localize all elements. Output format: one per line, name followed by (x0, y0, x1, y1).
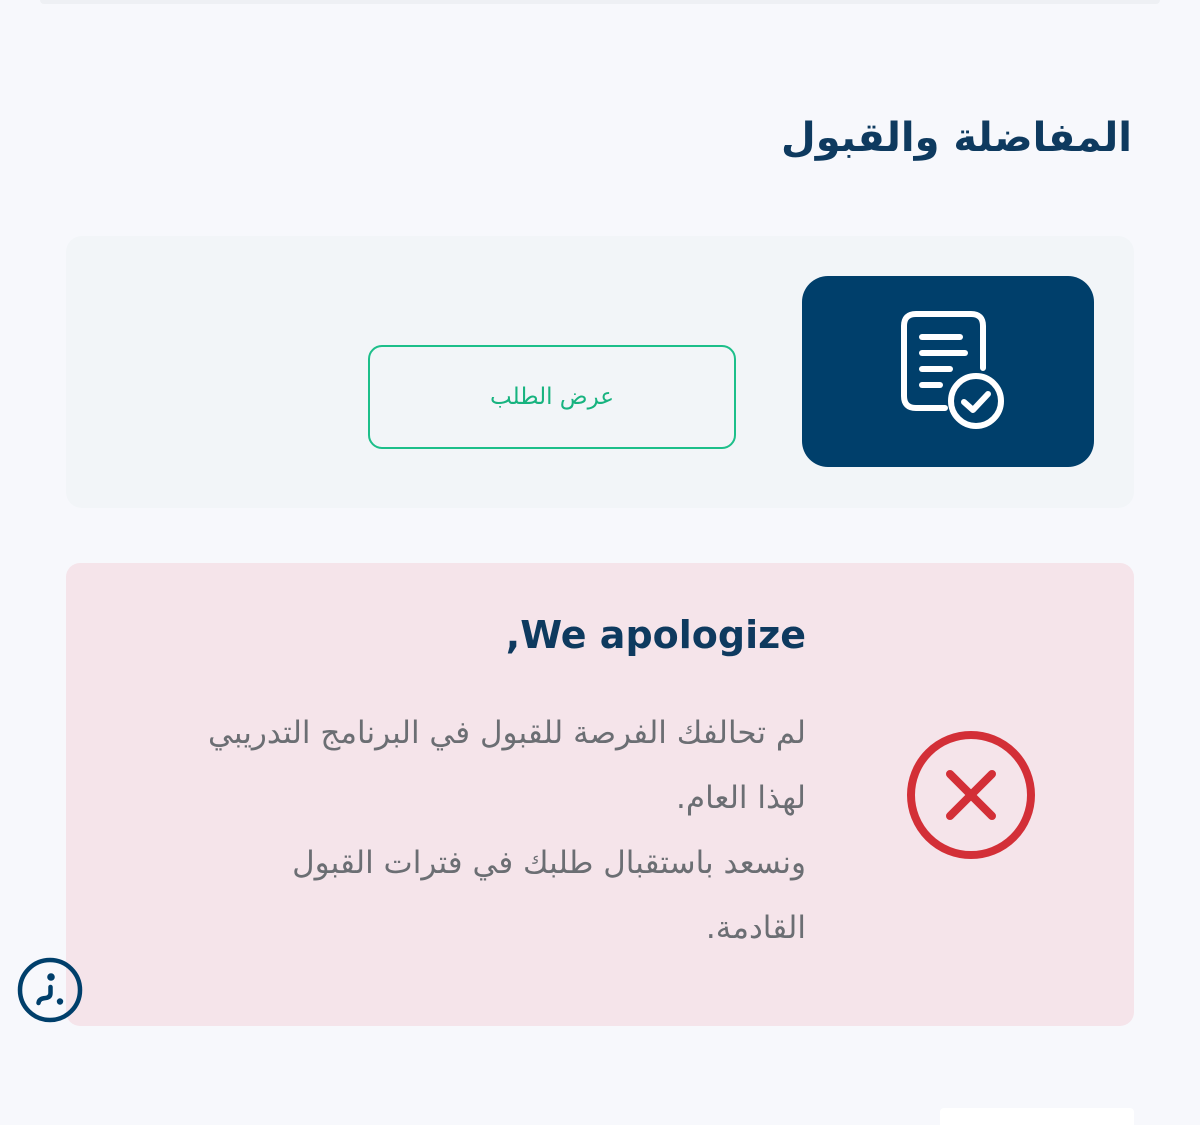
error-x-circle-icon (907, 731, 1035, 859)
rejection-notice-card: We apologize, لم تحالفك الفرصة للقبول في… (66, 563, 1134, 1026)
notice-heading: We apologize, (505, 613, 806, 657)
top-header-strip (40, 0, 1160, 4)
accessibility-button[interactable] (17, 957, 83, 1023)
page-title: المفاضلة والقبول (780, 115, 1132, 161)
notice-line: القادمة. (705, 910, 806, 946)
notice-line: لم تحالفك الفرصة للقبول في البرنامج التد… (208, 715, 806, 751)
request-card: عرض الطلب (66, 236, 1134, 508)
bottom-card-edge (940, 1108, 1134, 1125)
document-check-icon (901, 311, 1004, 429)
notice-line: ونسعد باستقبال طلبك في فترات القبول (292, 845, 806, 881)
request-icon-tile (802, 276, 1094, 467)
accessibility-icon (17, 957, 83, 1023)
notice-message: لم تحالفك الفرصة للقبول في البرنامج التد… (86, 701, 806, 961)
notice-line: لهذا العام. (676, 780, 806, 816)
view-request-button[interactable]: عرض الطلب (368, 345, 736, 449)
